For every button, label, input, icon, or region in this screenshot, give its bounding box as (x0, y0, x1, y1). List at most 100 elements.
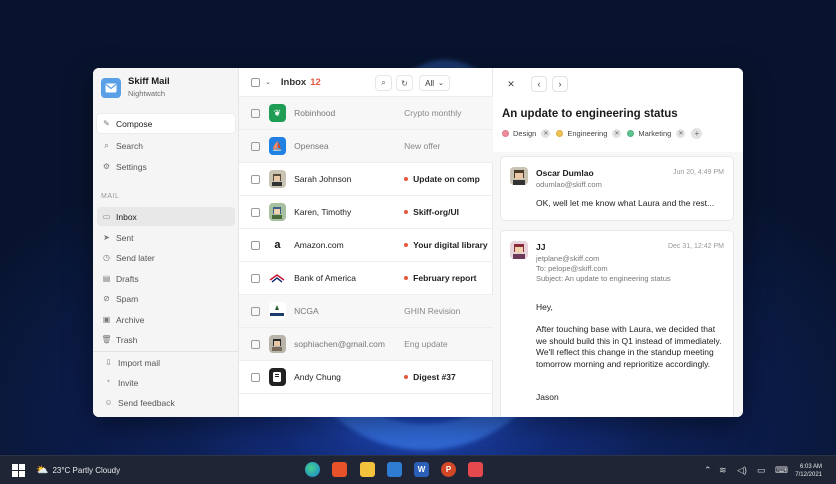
sender-address: odumlao@skiff.com (536, 180, 602, 189)
sender-name: Opensea (294, 141, 329, 151)
row-checkbox[interactable] (251, 207, 260, 217)
bank-of-america-logo-icon (268, 269, 287, 287)
row-checkbox[interactable] (251, 339, 260, 349)
ncga-logo-icon (268, 302, 287, 320)
list-item[interactable]: ⛵ Opensea New offer (239, 130, 493, 163)
feedback-icon: ☺ (104, 398, 113, 407)
powerpoint-icon[interactable]: P (441, 462, 456, 477)
sidebar-item-archive[interactable]: ▣ Archive (97, 310, 235, 329)
avatar (268, 203, 287, 221)
list-item[interactable]: Sarah Johnson Update on comp (239, 163, 493, 196)
row-checkbox[interactable] (251, 174, 260, 184)
list-item[interactable]: NCGA GHIN Revision (239, 295, 493, 328)
windows-logo-icon (12, 464, 25, 477)
list-item[interactable]: Karen, Timothy Skiff-org/UI (239, 196, 493, 229)
avatar (510, 241, 528, 259)
news-app-icon[interactable] (468, 462, 483, 477)
avatar (268, 368, 287, 386)
message-signature: Jason (536, 392, 559, 402)
thread-header: ✕ ‹ › An update to engineering status De… (493, 68, 743, 152)
refresh-icon[interactable]: ↻ (396, 75, 413, 91)
sidebar-item-spam[interactable]: ⊘ Spam (97, 289, 235, 308)
sidebar-item-send-later[interactable]: ◷ Send later (97, 248, 235, 267)
subject-line: GHIN Revision (404, 306, 461, 316)
avatar (268, 335, 287, 353)
tag-label: Engineering (567, 129, 608, 138)
list-item[interactable]: ❦ Robinhood Crypto monthly (239, 97, 493, 130)
message-card[interactable]: Oscar Dumlao odumlao@skiff.com Jun 20, 4… (500, 156, 734, 221)
filter-dropdown[interactable]: All ⌄ (419, 75, 450, 91)
start-button[interactable] (12, 463, 25, 478)
word-icon[interactable]: W (414, 462, 429, 477)
remove-tag-icon[interactable]: ✕ (612, 129, 622, 138)
invite-button[interactable]: ⁺ Invite (99, 373, 237, 392)
close-icon[interactable]: ✕ (503, 76, 519, 92)
message-date: Dec 31, 12:42 PM (667, 243, 724, 250)
keyboard-icon[interactable]: ⌨ (775, 465, 788, 476)
sidebar-item-sent[interactable]: ➤ Sent (97, 228, 235, 247)
list-item[interactable]: sophiachen@gmail.com Eng update (239, 328, 493, 361)
office-icon[interactable] (332, 462, 347, 477)
row-checkbox[interactable] (251, 240, 260, 250)
chevron-down-icon[interactable]: ⌄ (265, 78, 271, 86)
message-greeting: Hey, (536, 302, 553, 312)
row-checkbox[interactable] (251, 372, 260, 382)
sidebar-item-trash[interactable]: 🗑 Trash (97, 330, 235, 349)
list-item[interactable]: Bank of America February report (239, 262, 493, 295)
sidebar-footer-label: Send feedback (118, 397, 175, 408)
row-checkbox[interactable] (251, 108, 260, 118)
message-body: After touching base with Laura, we decid… (536, 324, 722, 369)
list-item[interactable]: a Amazon.com Your digital library (239, 229, 493, 262)
search-icon[interactable]: ⌕ (375, 75, 392, 91)
search-button[interactable]: ⌕ Search (97, 136, 235, 155)
sidebar-item-inbox[interactable]: ▭ Inbox (97, 207, 235, 226)
sidebar-item-label: Send later (116, 252, 155, 263)
import-mail-button[interactable]: ⇩ Import mail (99, 353, 237, 372)
wifi-icon[interactable]: ≋ (719, 465, 727, 476)
tag-color-dot (502, 130, 509, 137)
sidebar-item-drafts[interactable]: ▤ Drafts (97, 269, 235, 288)
weather-widget[interactable]: ⛅ 23°C Partly Cloudy (36, 463, 120, 478)
clock-time: 6:03 AM (799, 464, 822, 470)
system-clock[interactable]: 6:03 AM 7/12/2021 (795, 464, 822, 479)
chevron-up-icon[interactable]: ⌃ (704, 465, 712, 476)
chevron-left-icon[interactable]: ‹ (531, 76, 547, 92)
search-label: Search (116, 140, 143, 151)
avatar (268, 170, 287, 188)
send-feedback-button[interactable]: ☺ Send feedback (99, 393, 237, 412)
tag-design[interactable]: Design ✕ (502, 129, 551, 138)
message-preview: OK, well let me know what Laura and the … (536, 198, 715, 208)
tag-marketing[interactable]: Marketing ✕ (627, 129, 686, 138)
remove-tag-icon[interactable]: ✕ (676, 129, 686, 138)
edge-icon[interactable] (305, 462, 320, 477)
select-all-checkbox[interactable] (251, 77, 260, 87)
partly-cloudy-icon: ⛅ (36, 465, 49, 476)
list-header: ⌄ Inbox 12 (239, 68, 492, 97)
trash-icon: 🗑 (101, 335, 112, 344)
tag-engineering[interactable]: Engineering ✕ (556, 129, 622, 138)
store-icon[interactable] (387, 462, 402, 477)
compose-button[interactable]: ✎ Compose (97, 114, 235, 133)
file-explorer-icon[interactable] (360, 462, 375, 477)
message-card[interactable]: JJ jetplane@skiff.com To: pelope@skiff.c… (500, 230, 734, 417)
sidebar-footer-label: Import mail (118, 357, 161, 368)
subject-line: Update on comp (404, 174, 493, 184)
chevron-right-icon[interactable]: › (552, 76, 568, 92)
account-switcher[interactable]: Skiff Mail Nightwatch (101, 76, 170, 99)
battery-icon[interactable]: ▭ (757, 465, 766, 476)
row-checkbox[interactable] (251, 141, 260, 151)
row-checkbox[interactable] (251, 273, 260, 283)
sidebar-footer-label: Invite (118, 377, 139, 388)
remove-tag-icon[interactable]: ✕ (541, 129, 551, 138)
volume-icon[interactable]: ◁) (737, 465, 747, 476)
row-checkbox[interactable] (251, 306, 260, 316)
list-item[interactable]: Andy Chung Digest #37 (239, 361, 493, 394)
sender-name: sophiachen@gmail.com (294, 339, 385, 349)
sidebar-item-label: Archive (116, 314, 145, 325)
sender-name: Andy Chung (294, 372, 341, 382)
settings-button[interactable]: ⚙ Settings (97, 157, 235, 176)
thread-title: An update to engineering status (502, 108, 678, 120)
unread-count-badge: 12 (310, 76, 321, 88)
message-subject: Subject: An update to engineering status (536, 274, 671, 283)
add-tag-icon[interactable]: + (691, 128, 703, 139)
